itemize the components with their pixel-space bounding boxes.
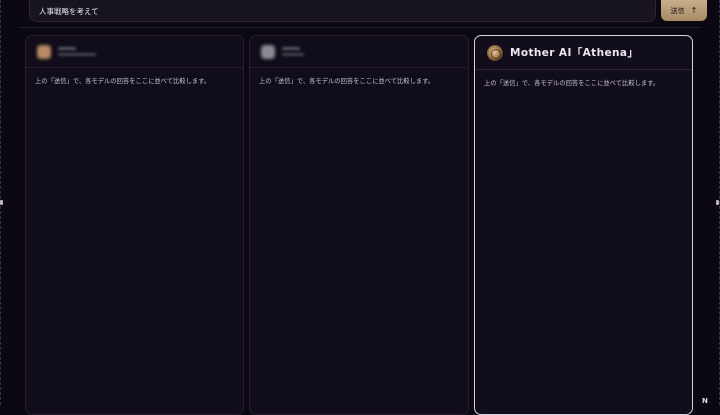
panel-header: [250, 36, 468, 68]
model-name-blurred: [282, 47, 304, 56]
arrow-up-icon: ↑: [690, 6, 698, 15]
panel-placeholder-text: 上の「送信」で、各モデルの回答をここに並べて比較します。: [484, 80, 660, 87]
panel-placeholder-text: 上の「送信」で、各モデルの回答をここに並べて比較します。: [35, 78, 211, 85]
right-resize-handle[interactable]: [716, 200, 719, 205]
prompt-bar: 人事戦略を考えて 送信 ↑: [18, 0, 707, 28]
left-resize-handle[interactable]: [0, 200, 3, 205]
corner-logo-icon: N: [702, 397, 708, 405]
send-button[interactable]: 送信 ↑: [661, 0, 707, 21]
model-panel-2[interactable]: 上の「送信」で、各モデルの回答をここに並べて比較します。: [249, 35, 469, 415]
panel-header: Mother AI「Athena」: [475, 36, 692, 70]
athena-logo-icon: [487, 44, 503, 61]
panel-placeholder-text: 上の「送信」で、各モデルの回答をここに並べて比較します。: [259, 78, 435, 85]
model-avatar: [261, 44, 275, 59]
panel-header: [26, 36, 243, 68]
model-panel-1[interactable]: 上の「送信」で、各モデルの回答をここに並べて比較します。: [25, 35, 244, 415]
model-avatar: [37, 44, 51, 59]
model-name-blurred: [58, 47, 96, 56]
prompt-input[interactable]: 人事戦略を考えて: [29, 0, 656, 22]
model-panel-athena[interactable]: Mother AI「Athena」 上の「送信」で、各モデルの回答をここに並べて…: [474, 35, 693, 415]
send-button-label: 送信: [670, 6, 685, 15]
panel-title: Mother AI「Athena」: [510, 47, 639, 59]
